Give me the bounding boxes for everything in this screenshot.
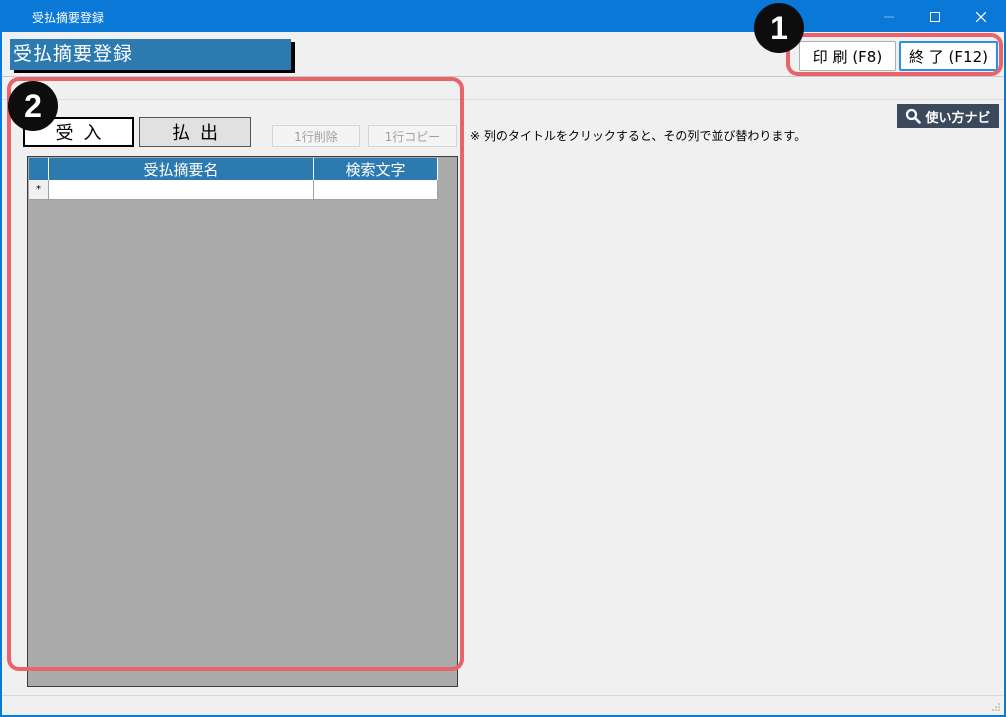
callout-badge-1: 1 [754, 3, 804, 53]
status-bar-divider [2, 695, 1004, 696]
title-bar[interactable]: 受払摘要登録 [2, 1, 1004, 32]
screen-title: 受払摘要登録 [10, 39, 291, 70]
window-title: 受払摘要登録 [32, 11, 105, 25]
minimize-button[interactable] [866, 1, 912, 32]
callout-badge-2: 2 [8, 81, 58, 131]
magnifier-icon [906, 108, 922, 124]
callout-box-1 [786, 33, 1003, 76]
close-icon [976, 11, 986, 22]
usage-navi-button[interactable]: 使い方ナビ [897, 104, 999, 128]
sort-hint-note: ※ 列のタイトルをクリックすると、その列で並び替わります。 [470, 129, 807, 143]
minimize-icon [884, 16, 894, 17]
maximize-button[interactable] [912, 1, 958, 32]
callout-box-2 [7, 77, 464, 671]
close-button[interactable] [958, 1, 1004, 32]
maximize-icon [930, 11, 940, 22]
resize-grip-icon[interactable] [991, 702, 1001, 712]
usage-navi-label: 使い方ナビ [925, 110, 991, 126]
